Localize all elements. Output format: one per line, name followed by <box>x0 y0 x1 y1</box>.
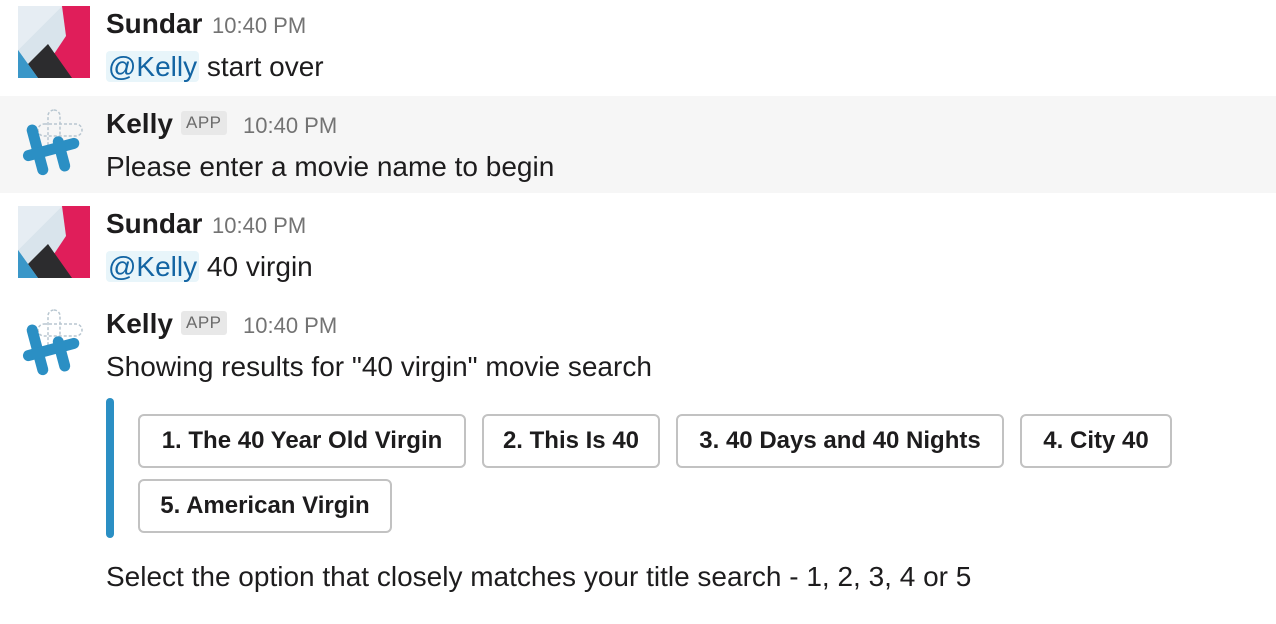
slack-app-avatar-icon[interactable] <box>18 306 90 378</box>
app-badge: APP <box>181 311 227 335</box>
option-button-5[interactable]: 5. American Virgin <box>138 479 392 533</box>
user-mention[interactable]: @Kelly <box>106 51 200 82</box>
user-avatar-icon[interactable] <box>18 206 90 278</box>
option-button-3[interactable]: 3. 40 Days and 40 Nights <box>676 414 1004 468</box>
author-name[interactable]: Kelly <box>106 108 173 140</box>
message-text: @Kelly 40 virgin <box>106 250 313 284</box>
instruction-text: Select the option that closely matches y… <box>106 561 972 592</box>
app-badge: APP <box>181 111 227 135</box>
author-name[interactable]: Sundar <box>106 8 202 40</box>
message-body: 40 virgin <box>199 251 313 282</box>
option-button-4[interactable]: 4. City 40 <box>1020 414 1172 468</box>
message-sundar-2: Sundar 10:40 PM @Kelly 40 virgin <box>0 193 1276 293</box>
timestamp[interactable]: 10:40 PM <box>243 113 337 139</box>
user-mention[interactable]: @Kelly <box>106 251 200 282</box>
message-sundar-1: Sundar 10:40 PM @Kelly start over <box>0 0 1276 96</box>
author-name[interactable]: Sundar <box>106 208 202 240</box>
author-name[interactable]: Kelly <box>106 308 173 340</box>
message-text: Showing results for "40 virgin" movie se… <box>106 351 652 382</box>
message-text: Please enter a movie name to begin <box>106 151 555 182</box>
option-button-1[interactable]: 1. The 40 Year Old Virgin <box>138 414 466 468</box>
user-avatar-icon[interactable] <box>18 6 90 78</box>
timestamp[interactable]: 10:40 PM <box>243 313 337 339</box>
attachment-bar <box>106 398 114 538</box>
timestamp[interactable]: 10:40 PM <box>212 13 306 39</box>
timestamp[interactable]: 10:40 PM <box>212 213 306 239</box>
option-button-2[interactable]: 2. This Is 40 <box>482 414 660 468</box>
message-body: start over <box>199 51 324 82</box>
message-kelly-1: Kelly APP 10:40 PM Please enter a movie … <box>0 96 1276 193</box>
slack-app-avatar-icon[interactable] <box>18 106 90 178</box>
message-text: @Kelly start over <box>106 50 324 84</box>
